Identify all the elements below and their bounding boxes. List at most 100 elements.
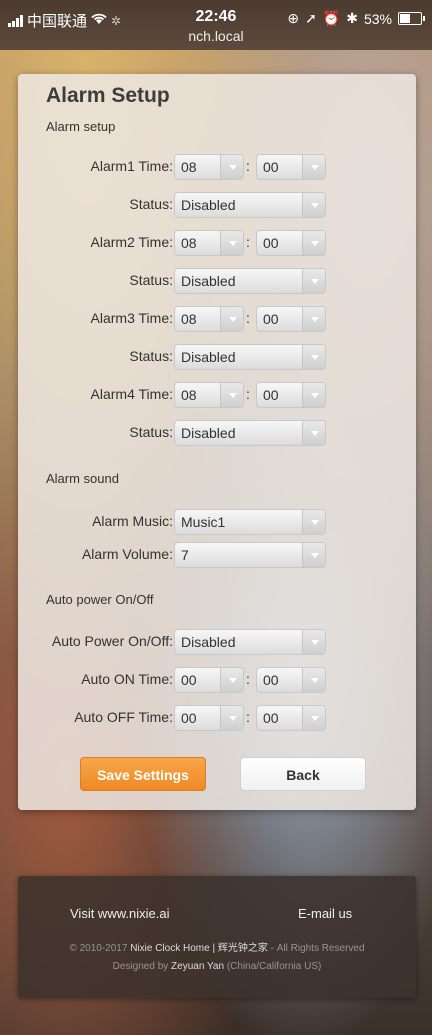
colon: : [246, 310, 250, 326]
alarm4-time-label: Alarm4 Time: [90, 386, 173, 402]
battery-percent: 53% [363, 10, 392, 27]
auto-on-time-label: Auto ON Time: [81, 671, 173, 687]
chevron-down-icon [302, 383, 325, 407]
bluetooth-icon: ✱ [346, 10, 358, 26]
back-button[interactable]: Back [240, 757, 366, 791]
email-link[interactable]: E-mail us [298, 906, 352, 921]
alarm1-minute-value: 00 [263, 159, 279, 175]
alarm2-time-label: Alarm2 Time: [90, 234, 173, 250]
auto-off-time-label: Auto OFF Time: [74, 709, 173, 725]
alarm-music-label: Alarm Music: [92, 513, 173, 529]
auto-off-minute-value: 00 [263, 710, 279, 726]
page-url[interactable]: nch.local [0, 28, 432, 44]
colon: : [246, 158, 250, 174]
status-icons: ⊕ ➚ ⏰ ✱ 53% [287, 10, 425, 27]
alarm2-status-value: Disabled [181, 273, 236, 289]
alarm-volume-value: 7 [181, 547, 189, 563]
auto-power-label: Auto Power On/Off: [51, 633, 173, 649]
chevron-down-icon [220, 231, 243, 255]
copyright-prefix: © 2010-2017 [69, 943, 131, 954]
alarm4-minute-select[interactable]: 00 [256, 382, 326, 408]
alarm-music-select[interactable]: Music1 [174, 509, 326, 535]
save-settings-button[interactable]: Save Settings [80, 757, 206, 791]
alarm2-status-label: Status: [129, 272, 173, 288]
chevron-down-icon [302, 269, 325, 293]
alarm2-hour-value: 08 [181, 235, 197, 251]
chevron-down-icon [302, 668, 325, 692]
auto-on-hour-select[interactable]: 00 [174, 667, 244, 693]
colon: : [246, 386, 250, 402]
copyright-text: © 2010-2017 Nixie Clock Home | 辉光钟之家 - A… [18, 939, 416, 954]
alarm-icon: ⏰ [322, 10, 341, 26]
battery-icon [398, 12, 425, 25]
status-bar: 中国联通 ✲ 22:46 nch.local ⊕ ➚ ⏰ ✱ 53% [0, 0, 432, 50]
chevron-down-icon [302, 193, 325, 217]
alarm3-minute-value: 00 [263, 311, 279, 327]
alarm3-status-label: Status: [129, 348, 173, 364]
alarm4-status-value: Disabled [181, 425, 236, 441]
alarm3-minute-select[interactable]: 00 [256, 306, 326, 332]
alarm4-hour-select[interactable]: 08 [174, 382, 244, 408]
section-alarm-sound: Alarm sound [46, 471, 119, 486]
chevron-down-icon [220, 307, 243, 331]
alarm3-status-select[interactable]: Disabled [174, 344, 326, 370]
alarm-setup-panel: Alarm Setup Alarm setup Alarm1 Time: 08 … [18, 74, 416, 810]
chevron-down-icon [220, 155, 243, 179]
chevron-down-icon [302, 345, 325, 369]
chevron-down-icon [302, 630, 325, 654]
alarm3-status-value: Disabled [181, 349, 236, 365]
orientation-lock-icon: ⊕ [287, 10, 300, 26]
alarm-volume-label: Alarm Volume: [81, 546, 173, 562]
copyright-suffix: - All Rights Reserved [267, 943, 365, 954]
alarm3-hour-value: 08 [181, 311, 197, 327]
alarm-music-value: Music1 [181, 514, 226, 530]
section-alarm-setup: Alarm setup [46, 119, 116, 134]
alarm4-hour-value: 08 [181, 387, 197, 403]
designed-suffix: (China/California US) [224, 961, 322, 972]
alarm1-minute-select[interactable]: 00 [256, 154, 326, 180]
alarm2-status-select[interactable]: Disabled [174, 268, 326, 294]
designer-text: Designed by Zeyuan Yan (China/California… [18, 961, 416, 972]
auto-off-hour-value: 00 [181, 710, 197, 726]
chevron-down-icon [302, 421, 325, 445]
designer-name: Zeyuan Yan [171, 961, 225, 972]
auto-power-select[interactable]: Disabled [174, 629, 326, 655]
alarm2-minute-select[interactable]: 00 [256, 230, 326, 256]
alarm4-status-label: Status: [129, 424, 173, 440]
auto-off-hour-select[interactable]: 00 [174, 705, 244, 731]
alarm3-time-label: Alarm3 Time: [90, 310, 173, 326]
location-icon: ➚ [305, 10, 317, 26]
alarm1-time-label: Alarm1 Time: [90, 158, 173, 174]
alarm2-minute-value: 00 [263, 235, 279, 251]
chevron-down-icon [302, 706, 325, 730]
chevron-down-icon [220, 668, 243, 692]
alarm1-status-label: Status: [129, 196, 173, 212]
auto-power-value: Disabled [181, 634, 236, 650]
chevron-down-icon [220, 383, 243, 407]
alarm4-status-select[interactable]: Disabled [174, 420, 326, 446]
designed-prefix: Designed by [112, 961, 172, 972]
colon: : [246, 709, 250, 725]
colon: : [246, 671, 250, 687]
page-title: Alarm Setup [46, 84, 170, 107]
auto-off-minute-select[interactable]: 00 [256, 705, 326, 731]
alarm3-hour-select[interactable]: 08 [174, 306, 244, 332]
auto-on-minute-select[interactable]: 00 [256, 667, 326, 693]
chevron-down-icon [302, 231, 325, 255]
alarm-volume-select[interactable]: 7 [174, 542, 326, 568]
chevron-down-icon [302, 307, 325, 331]
colon: : [246, 234, 250, 250]
alarm1-status-value: Disabled [181, 197, 236, 213]
alarm1-status-select[interactable]: Disabled [174, 192, 326, 218]
alarm1-hour-value: 08 [181, 159, 197, 175]
auto-on-minute-value: 00 [263, 672, 279, 688]
site-link[interactable]: Nixie Clock Home | 辉光钟之家 [130, 943, 268, 954]
chevron-down-icon [302, 543, 325, 567]
footer: Visit www.nixie.ai E-mail us © 2010-2017… [18, 876, 416, 998]
alarm1-hour-select[interactable]: 08 [174, 154, 244, 180]
alarm4-minute-value: 00 [263, 387, 279, 403]
auto-on-hour-value: 00 [181, 672, 197, 688]
chevron-down-icon [302, 510, 325, 534]
alarm2-hour-select[interactable]: 08 [174, 230, 244, 256]
visit-link[interactable]: Visit www.nixie.ai [70, 906, 169, 921]
